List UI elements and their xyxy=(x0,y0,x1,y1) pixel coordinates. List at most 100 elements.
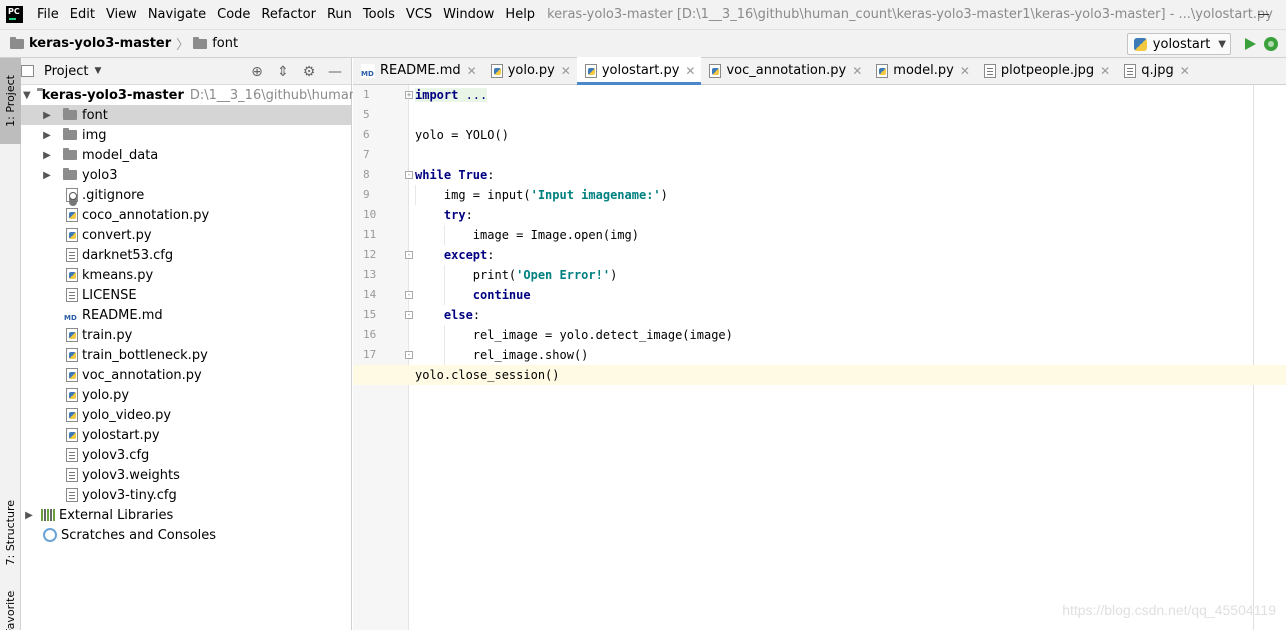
run-button[interactable] xyxy=(1245,38,1256,50)
menu-run[interactable]: Run xyxy=(322,0,358,29)
tree-file[interactable]: yolov3.weights xyxy=(21,465,351,485)
tree-file[interactable]: yolo_video.py xyxy=(21,405,351,425)
tree-external-libraries[interactable]: ▶ External Libraries xyxy=(21,505,351,525)
code-text: : xyxy=(487,168,495,182)
code-line-13: print('Open Error!') xyxy=(415,265,1286,285)
tree-file[interactable]: yolostart.py xyxy=(21,425,351,445)
tree-root[interactable]: ▼ keras-yolo3-master D:\1__3_16\github\h… xyxy=(21,85,387,105)
code-line-16: rel_image = yolo.detect_image(image) xyxy=(415,325,1286,345)
menu-edit[interactable]: Edit xyxy=(65,0,101,29)
code-text: img = input( xyxy=(443,188,531,202)
fold-collapse-icon[interactable]: - xyxy=(405,171,413,179)
tool-tab-project[interactable]: 1: Project xyxy=(0,58,21,144)
tree-file[interactable]: yolo.py xyxy=(21,385,351,405)
menu-code[interactable]: Code xyxy=(212,0,256,29)
close-icon[interactable]: ✕ xyxy=(960,64,970,78)
current-line-gutter-highlight xyxy=(353,365,408,385)
tab-readme[interactable]: README.md ✕ xyxy=(353,57,483,84)
tab-label: README.md xyxy=(380,63,461,78)
menu-tools[interactable]: Tools xyxy=(358,0,401,29)
tree-file[interactable]: LICENSE xyxy=(21,285,351,305)
tab-yolo-py[interactable]: yolo.py ✕ xyxy=(483,57,577,84)
breadcrumb-font[interactable]: font xyxy=(189,36,238,51)
tab-q-jpg[interactable]: q.jpg ✕ xyxy=(1116,57,1196,84)
collapse-all-icon[interactable]: ⇕ xyxy=(273,62,293,82)
menu-refactor[interactable]: Refactor xyxy=(256,0,322,29)
tree-file[interactable]: coco_annotation.py xyxy=(21,205,351,225)
fold-end-icon[interactable]: - xyxy=(405,291,413,299)
breadcrumb-project[interactable]: keras-yolo3-master 〉 xyxy=(0,34,189,53)
minimize-button[interactable] xyxy=(1240,0,1286,29)
scratches-icon xyxy=(43,528,57,542)
left-tool-strip: 1: Project 7: Structure Favorites xyxy=(0,58,21,630)
tree-file[interactable]: darknet53.cfg xyxy=(21,245,351,265)
tool-tab-structure[interactable]: 7: Structure xyxy=(0,488,21,578)
tool-tab-favorites[interactable]: Favorites xyxy=(0,590,21,630)
close-icon[interactable]: ✕ xyxy=(561,64,571,78)
tree-file[interactable]: yolov3.cfg xyxy=(21,445,351,465)
project-view-selector[interactable]: Project xyxy=(44,64,88,79)
fold-collapse-icon[interactable]: - xyxy=(405,311,413,319)
tree-file[interactable]: convert.py xyxy=(21,225,351,245)
code-keyword: continue xyxy=(472,288,531,302)
hide-panel-icon[interactable]: — xyxy=(325,62,345,82)
tab-model-py[interactable]: model.py ✕ xyxy=(868,57,976,84)
code-line-11: image = Image.open(img) xyxy=(415,225,1286,245)
run-configuration-dropdown[interactable]: yolostart ▼ xyxy=(1126,33,1231,55)
code-text: yolo.close_session() xyxy=(415,368,560,382)
close-icon[interactable]: ✕ xyxy=(1180,64,1190,78)
fold-end-icon[interactable]: - xyxy=(405,351,413,359)
tree-file[interactable]: train_bottleneck.py xyxy=(21,345,351,365)
tree-folder-model-data[interactable]: ▶ model_data xyxy=(21,145,351,165)
chevron-down-icon[interactable]: ▼ xyxy=(94,66,101,76)
menu-view[interactable]: View xyxy=(101,0,143,29)
tab-yolostart-py[interactable]: yolostart.py ✕ xyxy=(576,57,702,85)
chevron-right-icon[interactable]: ▶ xyxy=(41,170,53,181)
tree-file[interactable]: yolov3-tiny.cfg xyxy=(21,485,351,505)
indent-guide xyxy=(415,185,416,205)
indent-guide xyxy=(444,325,445,345)
fold-collapse-icon[interactable]: - xyxy=(405,251,413,259)
tree-folder-yolo3[interactable]: ▶ yolo3 xyxy=(21,165,351,185)
tree-item-label: yolo.py xyxy=(82,387,130,403)
menu-file[interactable]: File xyxy=(32,0,65,29)
tree-folder-img[interactable]: ▶ img xyxy=(21,125,351,145)
chevron-right-icon[interactable]: ▶ xyxy=(41,130,53,141)
folded-imports[interactable]: ... xyxy=(458,88,488,102)
menu-help[interactable]: Help xyxy=(500,0,541,29)
python-file-icon xyxy=(66,428,78,442)
menu-navigate[interactable]: Navigate xyxy=(143,0,212,29)
close-icon[interactable]: ✕ xyxy=(685,64,695,78)
locate-file-icon[interactable]: ⊕ xyxy=(247,62,267,82)
tree-scratches[interactable]: Scratches and Consoles xyxy=(21,525,351,545)
menu-window[interactable]: Window xyxy=(438,0,500,29)
close-icon[interactable]: ✕ xyxy=(1100,64,1110,78)
tab-voc-annotation-py[interactable]: voc_annotation.py ✕ xyxy=(701,57,868,84)
window-controls xyxy=(1240,0,1286,29)
text-file-icon xyxy=(66,448,78,462)
menu-vcs[interactable]: VCS xyxy=(401,0,438,29)
chevron-right-icon[interactable]: ▶ xyxy=(41,110,53,121)
tree-file[interactable]: .gitignore xyxy=(21,185,351,205)
code-string: 'Input imagename:' xyxy=(530,188,661,202)
close-icon[interactable]: ✕ xyxy=(467,64,477,78)
fold-expand-icon[interactable]: + xyxy=(405,91,413,99)
tree-file[interactable]: kmeans.py xyxy=(21,265,351,285)
python-file-icon xyxy=(584,63,597,78)
tree-file[interactable]: voc_annotation.py xyxy=(21,365,351,385)
debug-button[interactable] xyxy=(1264,37,1278,51)
tab-plotpeople-jpg[interactable]: plotpeople.jpg ✕ xyxy=(976,57,1116,84)
code-line-6: yolo = YOLO() xyxy=(415,125,1286,145)
close-icon[interactable]: ✕ xyxy=(852,64,862,78)
gear-icon[interactable]: ⚙ xyxy=(299,62,319,82)
tab-label: plotpeople.jpg xyxy=(1000,63,1095,78)
chevron-right-icon[interactable]: ▶ xyxy=(23,510,35,521)
code-text: ) xyxy=(610,268,618,282)
chevron-right-icon[interactable]: ▶ xyxy=(41,150,53,161)
tree-folder-font[interactable]: ▶ font xyxy=(21,105,351,125)
tree-file[interactable]: train.py xyxy=(21,325,351,345)
line-number: 5 xyxy=(363,108,370,121)
code-area[interactable]: 1 5 6 7 8 9 10 11 12 13 14 15 16 17 18 xyxy=(353,85,1286,630)
tree-file[interactable]: README.md xyxy=(21,305,351,325)
chevron-down-icon[interactable]: ▼ xyxy=(23,90,31,101)
